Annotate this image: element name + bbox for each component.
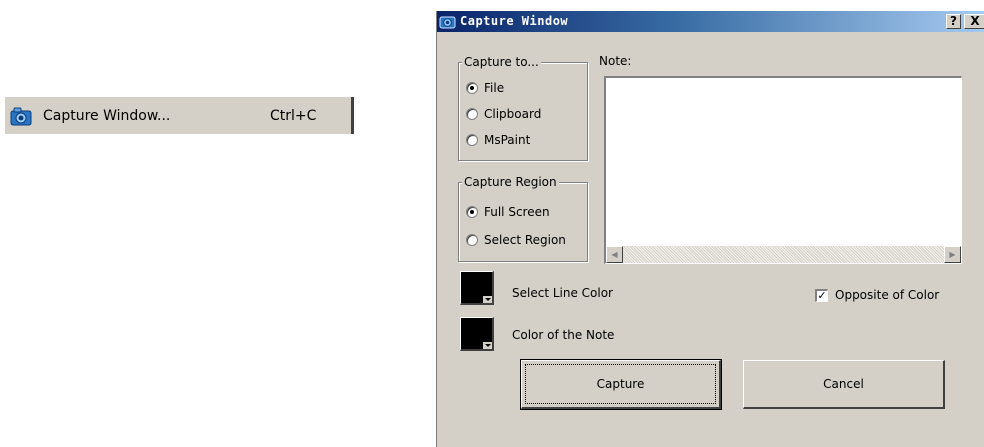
scroll-left-icon[interactable]: ◀: [606, 246, 623, 263]
radio-label: Select Region: [484, 233, 566, 247]
capture-region-group: Capture Region Full Screen Select Region: [458, 175, 588, 262]
opposite-color-checkbox-row[interactable]: ✓ Opposite of Color: [815, 288, 939, 302]
capture-to-legend: Capture to...: [462, 55, 541, 69]
radio-label: MsPaint: [484, 133, 531, 147]
scroll-right-icon[interactable]: ▶: [944, 246, 961, 263]
capture-window-dialog: Capture Window ? X Capture to... File Cl…: [436, 11, 984, 447]
menu-item-shortcut: Ctrl+C: [270, 107, 317, 124]
cancel-button[interactable]: Cancel: [743, 360, 945, 409]
cancel-button-label: Cancel: [823, 377, 864, 391]
capture-region-legend: Capture Region: [462, 175, 559, 189]
radio-button[interactable]: [466, 206, 478, 218]
close-button[interactable]: X: [964, 14, 984, 29]
radio-button[interactable]: [466, 234, 478, 246]
dialog-titlebar[interactable]: Capture Window ? X: [437, 11, 984, 32]
dialog-title: Capture Window: [460, 14, 569, 28]
radio-label: Clipboard: [484, 107, 542, 121]
note-color-label: Color of the Note: [512, 328, 615, 342]
radio-button[interactable]: [466, 82, 478, 94]
line-color-swatch[interactable]: [460, 271, 494, 305]
opposite-color-label: Opposite of Color: [835, 288, 940, 302]
focus-rectangle: [525, 364, 716, 404]
radio-button[interactable]: [466, 108, 478, 120]
radio-file[interactable]: File: [466, 81, 504, 95]
radio-full-screen[interactable]: Full Screen: [466, 205, 550, 219]
help-button[interactable]: ?: [946, 14, 961, 29]
radio-label: File: [484, 81, 505, 95]
radio-clipboard[interactable]: Clipboard: [466, 107, 541, 121]
opposite-color-checkbox[interactable]: ✓: [815, 288, 828, 302]
dropdown-arrow-icon: [483, 296, 492, 303]
horizontal-scrollbar[interactable]: ◀ ▶: [606, 246, 961, 263]
menu-item-capture-window[interactable]: Capture Window... Ctrl+C: [5, 97, 354, 134]
dropdown-arrow-icon: [483, 342, 492, 349]
radio-button[interactable]: [466, 134, 478, 146]
capture-button[interactable]: Capture: [520, 359, 722, 410]
note-textarea[interactable]: ◀ ▶: [604, 76, 962, 264]
radio-mspaint[interactable]: MsPaint: [466, 133, 530, 147]
note-color-swatch[interactable]: [460, 317, 494, 351]
camera-icon: [439, 16, 456, 29]
menu-item-label: Capture Window...: [43, 107, 171, 124]
camera-icon: [10, 107, 32, 125]
capture-to-group: Capture to... File Clipboard MsPaint: [458, 55, 588, 161]
note-label: Note:: [599, 54, 632, 68]
radio-label: Full Screen: [484, 205, 550, 219]
radio-select-region[interactable]: Select Region: [466, 233, 566, 247]
line-color-label: Select Line Color: [512, 286, 613, 300]
